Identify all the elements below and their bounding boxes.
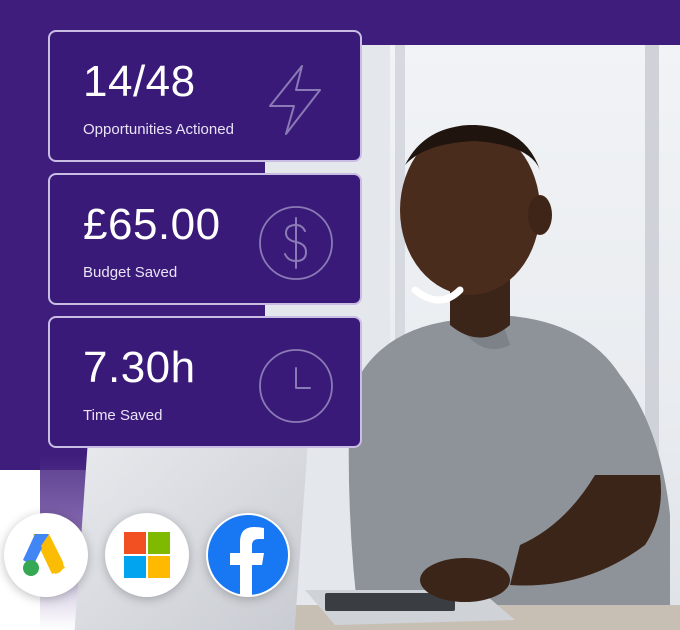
stat-card-time: 7.30h Time Saved	[48, 316, 362, 448]
stat-label: Opportunities Actioned	[83, 121, 234, 138]
microsoft-icon	[124, 532, 170, 578]
stat-label: Time Saved	[83, 407, 163, 424]
dollar-circle-icon	[259, 206, 333, 280]
google-ads-icon	[23, 534, 65, 576]
facebook-logo	[206, 513, 290, 597]
stat-value: £65.00	[83, 200, 221, 249]
stat-card-opportunities: 14/48 Opportunities Actioned	[48, 30, 362, 162]
clock-icon	[259, 349, 333, 423]
stat-value: 14/48	[83, 57, 196, 106]
microsoft-logo	[105, 513, 189, 597]
stat-label: Budget Saved	[83, 264, 178, 281]
stat-value: 7.30h	[83, 343, 196, 392]
lightning-icon	[269, 65, 321, 135]
stat-card-budget: £65.00 Budget Saved	[48, 173, 362, 305]
facebook-icon	[208, 515, 288, 595]
google-ads-logo	[4, 513, 88, 597]
